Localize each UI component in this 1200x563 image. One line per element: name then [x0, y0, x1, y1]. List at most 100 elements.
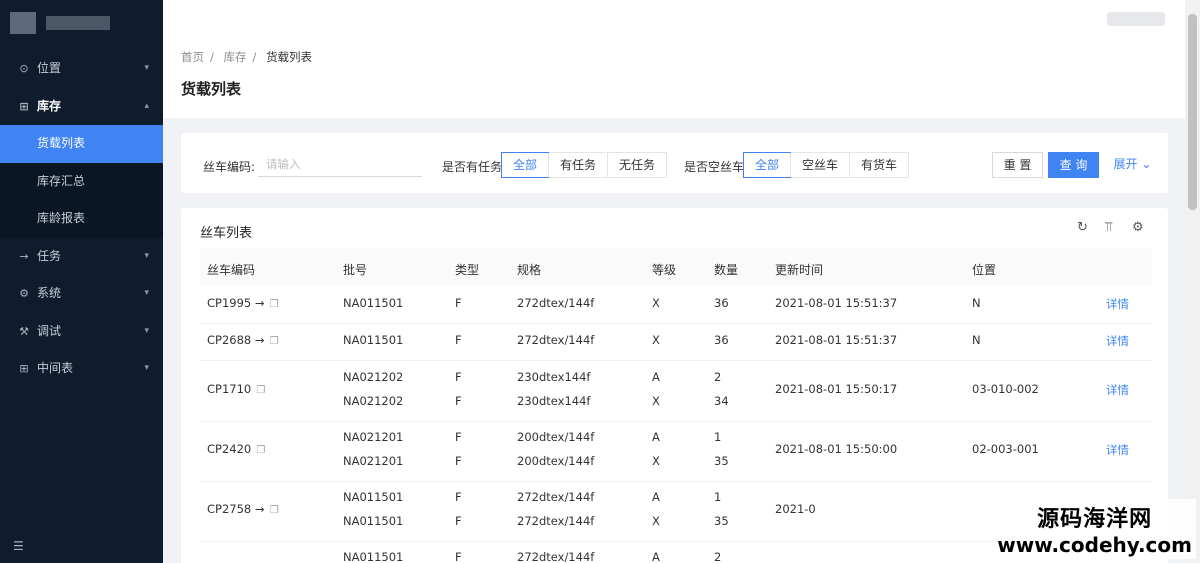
copy-icon[interactable]: ❐: [267, 505, 279, 516]
chevron-down-icon: ▾: [144, 288, 149, 298]
detail-link[interactable]: 详情: [1106, 442, 1129, 458]
spec-cell: 200dtex/144f: [517, 453, 595, 468]
column-header-updated: 更新时间: [775, 263, 824, 277]
breadcrumb-inventory[interactable]: 库存: [224, 50, 247, 64]
batch-cell: NA021202: [343, 370, 404, 384]
empty-spool-label: 是否空丝车:: [684, 160, 749, 174]
scroll-thumb[interactable]: [1188, 14, 1197, 210]
chevron-down-icon: ▾: [144, 250, 149, 261]
sidebar-item-task[interactable]: → 任务 ▾: [0, 238, 163, 276]
type-cell: F: [455, 430, 462, 444]
detail-link[interactable]: 详情: [1106, 333, 1129, 349]
sidebar-subitem-inventory-summary[interactable]: 库存汇总: [0, 162, 163, 200]
spool-code-label: 丝车编码:: [203, 160, 256, 174]
user-info-blurred[interactable]: [1107, 12, 1165, 26]
row-divider: [200, 420, 1152, 422]
chevron-down-icon: ▾: [144, 63, 149, 73]
spec-cell: 272dtex/144f: [517, 296, 595, 310]
collapse-menu-icon[interactable]: ☰: [13, 539, 24, 553]
column-header-batch: 批号: [343, 263, 368, 277]
grid-icon: ⊞: [19, 362, 29, 375]
sidebar-menu: ⊙ 位置 ▾ ⊞ 库存 ▴ 货载列表 库存汇总 库龄报表 → 任务 ▾ ⚙ 系统 ▾ ⚒…: [0, 50, 163, 388]
empty-option-all[interactable]: 全部: [743, 152, 792, 178]
sidebar-item-debug[interactable]: ⚒ 调试 ▾: [0, 313, 163, 351]
sidebar-item-label: 库存: [37, 98, 62, 113]
qty-cell: 1: [714, 490, 722, 504]
expand-button[interactable]: 展开 ⌄: [1110, 152, 1155, 178]
updated-time-cell: 2021-08-01 15:50:00: [775, 441, 898, 456]
spool-code-cell: CP1710 ❐: [207, 382, 265, 396]
refresh-icon[interactable]: ↻: [1077, 220, 1088, 235]
empty-option-empty[interactable]: 空丝车: [790, 153, 849, 177]
spec-cell: 272dtex/144f: [517, 513, 595, 528]
qty-cell: 34: [714, 393, 729, 408]
grid-icon: ⊞: [19, 99, 29, 113]
sidebar-item-location[interactable]: ⊙ 位置 ▾: [0, 50, 163, 88]
sidebar-item-intermediate-table[interactable]: ⊞ 中间表 ▾: [0, 350, 163, 388]
page-header: 首页 / 库存 / 货载列表 货载列表: [163, 0, 1185, 118]
filter-panel: 丝车编码: 请输入 是否有任务: 全部 有任务 无任务 是否空丝车: 全部 空丝…: [181, 133, 1168, 193]
query-button[interactable]: 查 询: [1048, 152, 1099, 178]
updated-time-cell: 2021-08-01 15:51:37: [775, 296, 898, 310]
copy-icon[interactable]: ❐: [253, 385, 265, 396]
type-cell: F: [455, 550, 462, 563]
detail-link[interactable]: 详情: [1106, 382, 1129, 398]
qty-cell: 36: [714, 296, 729, 310]
grade-cell: X: [652, 296, 660, 310]
empty-option-loaded[interactable]: 有货车: [849, 153, 908, 177]
spec-cell: 272dtex/144f: [517, 333, 595, 347]
breadcrumb-current: 货载列表: [266, 50, 313, 64]
reset-button[interactable]: 重 置: [992, 152, 1043, 178]
breadcrumb-separator: /: [210, 50, 214, 64]
sidebar-item-system[interactable]: ⚙ 系统 ▾: [0, 275, 163, 313]
settings-icon[interactable]: ⚙: [1132, 220, 1144, 235]
spool-code: CP2688: [207, 333, 252, 347]
updated-time-cell: 2021-0: [775, 501, 816, 516]
location-cell: N: [972, 296, 981, 310]
arrow-right-icon: →: [19, 249, 29, 263]
type-cell: F: [455, 333, 462, 347]
sidebar-item-label: 调试: [37, 323, 62, 338]
copy-icon[interactable]: ❐: [267, 336, 279, 347]
grade-cell: A: [652, 550, 660, 563]
has-task-option-all[interactable]: 全部: [501, 152, 550, 178]
batch-cell: NA011501: [343, 296, 404, 310]
type-cell: F: [455, 513, 462, 528]
column-header-location: 位置: [972, 263, 997, 277]
batch-cell: NA011501: [343, 490, 404, 504]
spool-code: CP1710: [207, 381, 252, 396]
sidebar-subitem-cargo-list[interactable]: 货载列表: [0, 125, 163, 163]
inventory-submenu: 货载列表 库存汇总 库龄报表: [0, 125, 163, 238]
empty-spool-segmented: 全部 空丝车 有货车: [743, 152, 910, 178]
spec-cell: 230dtex144f: [517, 370, 591, 384]
breadcrumb-home[interactable]: 首页: [181, 50, 204, 64]
spool-code-cell: CP2758 → ❐: [207, 502, 279, 516]
type-cell: F: [455, 370, 462, 384]
logo: [10, 12, 36, 34]
wrench-icon: ⚒: [19, 324, 29, 338]
arrow-right-icon: →: [251, 296, 265, 310]
sidebar-subitem-aging-report[interactable]: 库龄报表: [0, 200, 163, 238]
gear-icon: ⚙: [19, 287, 29, 300]
copy-icon[interactable]: ❐: [253, 445, 265, 456]
spool-code-input[interactable]: 请输入: [258, 152, 422, 177]
expand-label: 展开: [1113, 157, 1138, 171]
copy-icon[interactable]: ❐: [267, 299, 279, 310]
column-height-icon[interactable]: ⫪: [1105, 220, 1112, 235]
qty-cell: 2: [714, 370, 722, 384]
type-cell: F: [455, 393, 462, 408]
grade-cell: A: [652, 430, 660, 444]
batch-cell: NA021201: [343, 430, 404, 444]
chevron-down-icon: ▾: [144, 363, 149, 373]
watermark-line1: 源码海洋网: [1037, 507, 1153, 532]
spool-code-cell: CP2420 ❐: [207, 442, 265, 456]
list-title: 丝车列表: [200, 226, 253, 241]
detail-link[interactable]: 详情: [1106, 296, 1129, 312]
qty-cell: 1: [714, 430, 722, 444]
has-task-option-no[interactable]: 无任务: [607, 153, 666, 177]
sidebar-item-inventory[interactable]: ⊞ 库存 ▴: [0, 88, 163, 126]
has-task-option-yes[interactable]: 有任务: [548, 153, 607, 177]
page-scrollbar[interactable]: [1185, 0, 1200, 563]
qty-cell: 36: [714, 333, 729, 347]
location-cell: 02-003-001: [972, 441, 1039, 456]
